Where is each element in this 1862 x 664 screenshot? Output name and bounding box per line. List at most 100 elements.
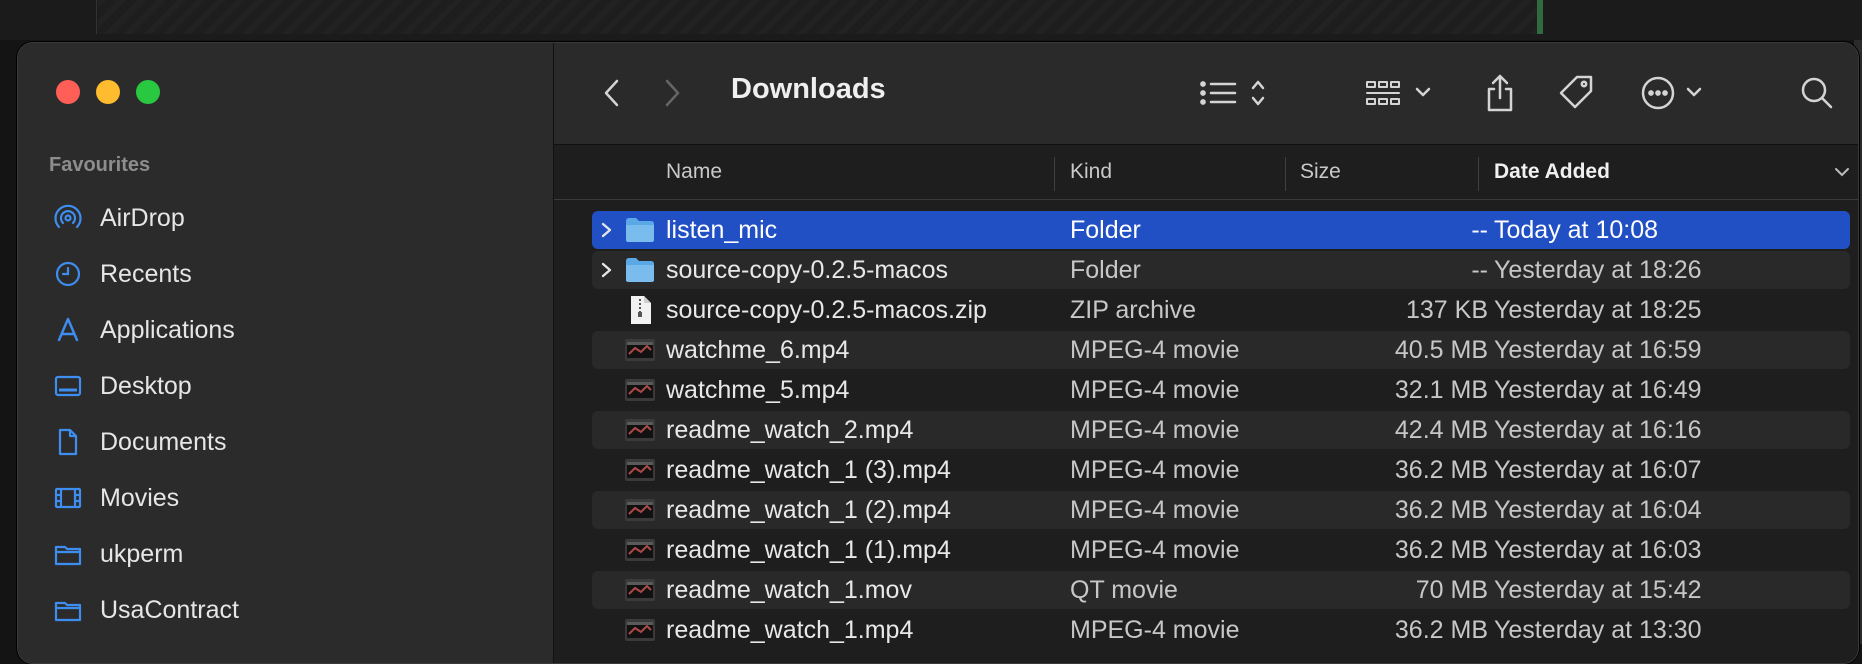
- file-date-added: Yesterday at 16:49: [1494, 375, 1702, 404]
- desktop-divider: [96, 0, 97, 34]
- view-list-button[interactable]: [1199, 73, 1275, 113]
- sidebar-item-label: Applications: [100, 315, 235, 344]
- more-actions-button[interactable]: [1640, 73, 1712, 113]
- chevron-down-icon: [1835, 168, 1849, 177]
- sidebar-section-favourites: Favourites: [49, 154, 151, 176]
- file-kind: ZIP archive: [1070, 295, 1196, 324]
- sort-order-indicator[interactable]: [1834, 145, 1850, 199]
- search-button[interactable]: [1797, 73, 1837, 113]
- applications-icon: [53, 315, 83, 345]
- file-date-added: Yesterday at 16:16: [1494, 415, 1702, 444]
- background-window-accent: [1537, 0, 1543, 34]
- file-kind: QT movie: [1070, 575, 1178, 604]
- file-row[interactable]: readme_watch_1.mov QT movie 70 MB Yesterday…: [592, 571, 1850, 609]
- file-size: --: [1471, 255, 1488, 284]
- main-pane: Downloads Name Kind Size Date Added list…: [554, 43, 1858, 663]
- file-size: 36.2 MB: [1394, 535, 1488, 564]
- sidebar-item-recents[interactable]: Recents: [18, 246, 553, 302]
- file-size: --: [1471, 215, 1488, 244]
- file-kind: Folder: [1070, 215, 1141, 244]
- file-date-added: Today at 10:08: [1494, 215, 1659, 244]
- close-button[interactable]: [56, 80, 80, 104]
- sidebar-item-desktop[interactable]: Desktop: [18, 358, 553, 414]
- sidebar-item-documents[interactable]: Documents: [18, 414, 553, 470]
- file-name: source-copy-0.2.5-macos.zip: [666, 295, 987, 324]
- file-name: watchme_6.mp4: [666, 335, 850, 364]
- file-row[interactable]: readme_watch_1.mp4 MPEG-4 movie 36.2 MB Yes…: [592, 611, 1850, 649]
- search-icon: [1801, 77, 1833, 109]
- disclosure-triangle-icon[interactable]: [600, 251, 614, 289]
- file-name: source-copy-0.2.5-macos: [666, 255, 949, 284]
- desktop-background: [0, 0, 1862, 40]
- file-name: readme_watch_1 (1).mp4: [666, 535, 951, 564]
- grid-icon: [1366, 81, 1431, 105]
- column-separator: [1054, 157, 1055, 191]
- ellipsis-circle-icon: [1641, 76, 1702, 110]
- file-name: readme_watch_2.mp4: [666, 415, 914, 444]
- file-row[interactable]: source-copy-0.2.5-macos.zip ZIP archive 13…: [592, 291, 1850, 329]
- wallpaper-pattern: [98, 0, 1538, 34]
- window-controls: [56, 80, 160, 104]
- file-name: watchme_5.mp4: [666, 375, 850, 404]
- column-name[interactable]: Name: [666, 145, 722, 199]
- zoom-button[interactable]: [136, 80, 160, 104]
- minimize-button[interactable]: [96, 80, 120, 104]
- column-date-added[interactable]: Date Added: [1494, 145, 1610, 199]
- file-name: readme_watch_1 (3).mp4: [666, 455, 951, 484]
- sidebar-item-label: Desktop: [100, 371, 192, 400]
- folder-icon: [53, 539, 83, 569]
- tag-button[interactable]: [1554, 71, 1598, 115]
- file-date-added: Yesterday at 18:26: [1494, 255, 1702, 284]
- column-size[interactable]: Size: [1300, 145, 1341, 199]
- tag-icon: [1559, 75, 1593, 109]
- file-date-added: Yesterday at 16:59: [1494, 335, 1702, 364]
- list-view-icon: [1200, 80, 1265, 106]
- column-header: Name Kind Size Date Added: [554, 145, 1858, 200]
- clock-icon: [53, 259, 83, 289]
- forward-button[interactable]: [654, 73, 690, 113]
- sidebar-item-label: Documents: [100, 427, 227, 456]
- sidebar-item-movies[interactable]: Movies: [18, 470, 553, 526]
- sidebar-item-label: ukperm: [100, 539, 184, 568]
- sidebar-item-label: Recents: [100, 259, 192, 288]
- file-size: 40.5 MB: [1394, 335, 1488, 364]
- sidebar-item-label: UsaContract: [100, 595, 239, 624]
- file-date-added: Yesterday at 15:42: [1494, 575, 1702, 604]
- file-row[interactable]: readme_watch_1 (1).mp4 MPEG-4 movie 36.2 M…: [592, 531, 1850, 569]
- sidebar-item-airdrop[interactable]: AirDrop: [18, 190, 553, 246]
- file-name: readme_watch_1.mov: [666, 575, 912, 604]
- sidebar: Favourites AirDrop Recents Applications Des…: [18, 43, 554, 663]
- airdrop-icon: [53, 203, 83, 233]
- file-row[interactable]: listen_mic Folder -- Today at 10:08: [592, 211, 1850, 249]
- column-kind[interactable]: Kind: [1070, 145, 1112, 199]
- disclosure-triangle-icon[interactable]: [600, 211, 614, 249]
- file-row[interactable]: readme_watch_1 (3).mp4 MPEG-4 movie 36.2 M…: [592, 451, 1850, 489]
- file-date-added: Yesterday at 18:25: [1494, 295, 1702, 324]
- sidebar-item-ukperm[interactable]: ukperm: [18, 526, 553, 582]
- file-date-added: Yesterday at 13:30: [1494, 615, 1702, 644]
- file-row[interactable]: source-copy-0.2.5-macos Folder -- Yesterday…: [592, 251, 1850, 289]
- column-separator: [1285, 157, 1286, 191]
- sidebar-item-applications[interactable]: Applications: [18, 302, 553, 358]
- file-size: 36.2 MB: [1394, 495, 1488, 524]
- chevron-left-icon: [604, 79, 619, 107]
- share-icon: [1487, 74, 1513, 112]
- file-size: 36.2 MB: [1394, 455, 1488, 484]
- sidebar-item-usacontract[interactable]: UsaContract: [18, 582, 553, 638]
- share-button[interactable]: [1482, 71, 1518, 115]
- file-name: listen_mic: [666, 215, 778, 244]
- file-size: 36.2 MB: [1394, 615, 1488, 644]
- file-row[interactable]: watchme_5.mp4 MPEG-4 movie 32.1 MB Yesterda…: [592, 371, 1850, 409]
- back-button[interactable]: [594, 73, 630, 113]
- file-row[interactable]: readme_watch_1 (2).mp4 MPEG-4 movie 36.2 M…: [592, 491, 1850, 529]
- file-row[interactable]: watchme_6.mp4 MPEG-4 movie 40.5 MB Yesterda…: [592, 331, 1850, 369]
- document-icon: [53, 427, 83, 457]
- file-row[interactable]: readme_watch_2.mp4 MPEG-4 movie 42.4 MB Yes…: [592, 411, 1850, 449]
- file-size: 70 MB: [1415, 575, 1488, 604]
- file-size: 137 KB: [1405, 295, 1488, 324]
- group-button[interactable]: [1365, 73, 1439, 113]
- file-date-added: Yesterday at 16:03: [1494, 535, 1702, 564]
- desktop-icon: [53, 371, 83, 401]
- toolbar: Downloads: [554, 43, 1858, 145]
- chevron-right-icon: [665, 79, 680, 107]
